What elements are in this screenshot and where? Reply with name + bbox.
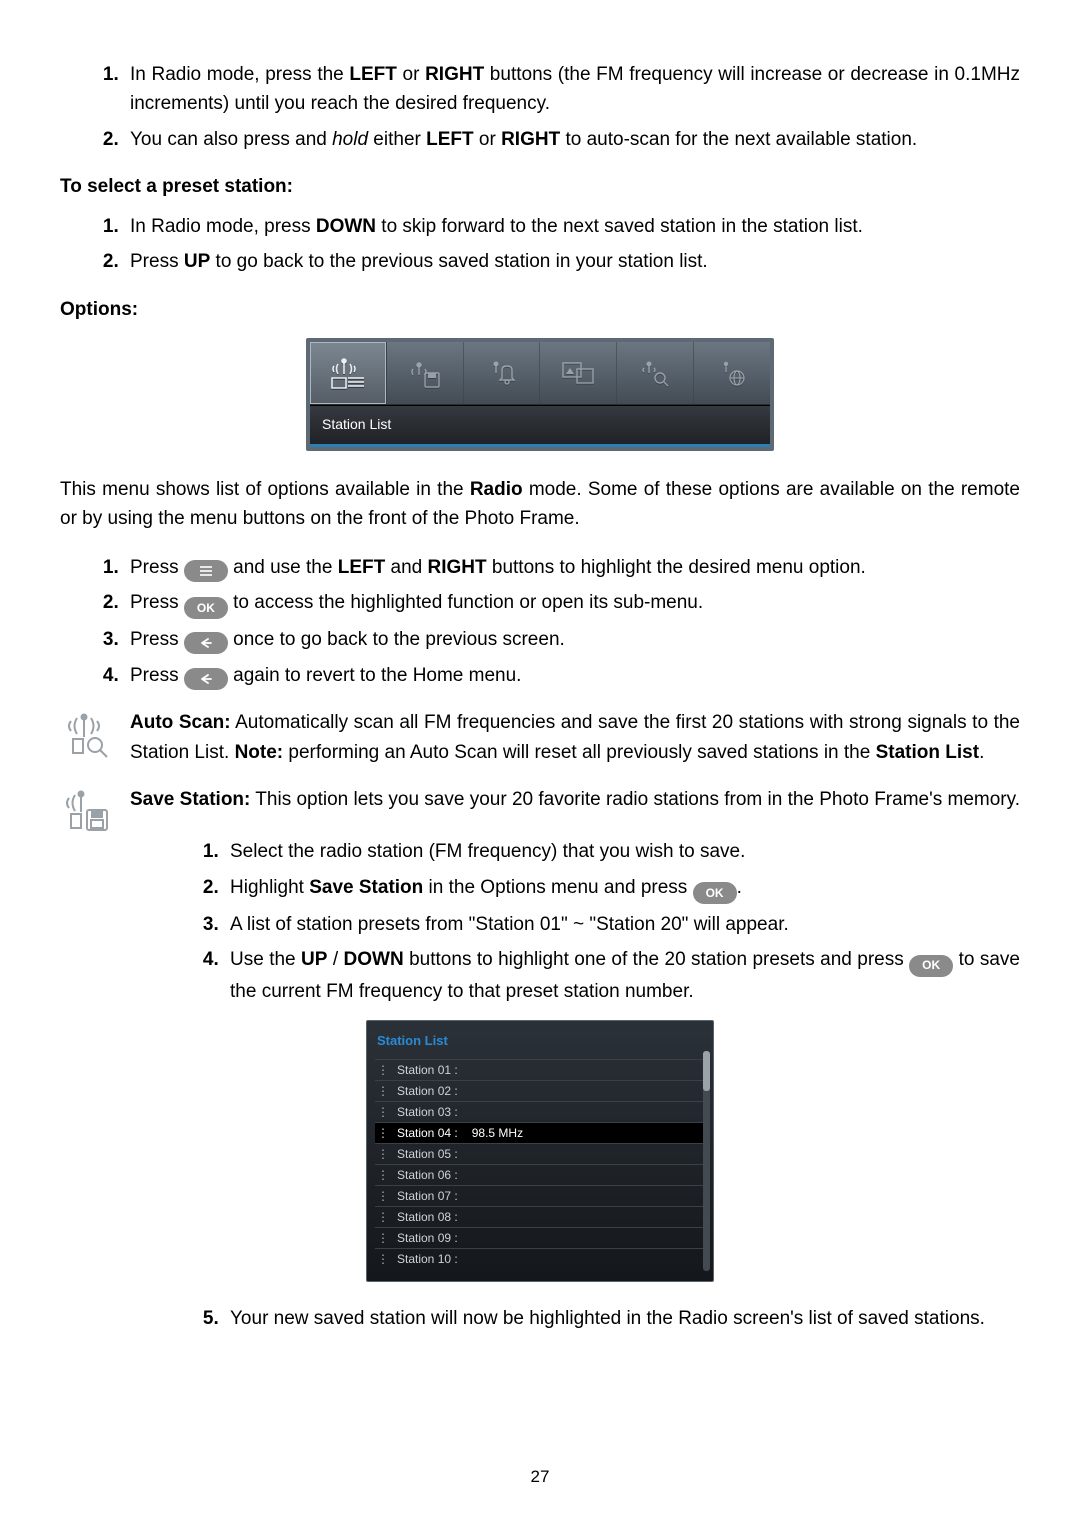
tab-set-alarm[interactable]: [464, 342, 541, 404]
options-strip-label: Station List: [310, 405, 770, 444]
ok-button-icon: OK: [909, 955, 953, 977]
ok-button-icon: OK: [184, 597, 228, 619]
tab-station-list[interactable]: [310, 342, 387, 404]
preset-steps: In Radio mode, press DOWN to skip forwar…: [60, 212, 1020, 277]
radio-bell-icon: [487, 358, 517, 388]
station-row[interactable]: ⋮ Station 09 :: [375, 1227, 705, 1248]
step: Press once to go back to the previous sc…: [124, 625, 1020, 654]
radio-globe-icon: [717, 358, 747, 388]
station-list-panel: Station List ⋮Station 01 :⋮Station 02 :⋮…: [366, 1020, 714, 1282]
scrollbar-thumb[interactable]: [703, 1051, 710, 1091]
station-label: Station 09 :: [397, 1229, 458, 1248]
radio-search-icon: [640, 358, 670, 388]
station-label: Station 01 :: [397, 1061, 458, 1080]
radio-row-icon: ⋮: [377, 1082, 389, 1101]
step: In Radio mode, press the LEFT or RIGHT b…: [124, 60, 1020, 119]
step: A list of station presets from "Station …: [224, 910, 1020, 939]
save-station-icon: [60, 785, 112, 837]
step: Your new saved station will now be highl…: [224, 1304, 1020, 1333]
save-station-steps: Select the radio station (FM frequency) …: [120, 837, 1020, 1006]
step: You can also press and hold either LEFT …: [124, 125, 1020, 154]
tab-auto-scan[interactable]: [617, 342, 694, 404]
station-label: Station 05 :: [397, 1145, 458, 1164]
radio-row-icon: ⋮: [377, 1124, 389, 1143]
ok-button-icon: OK: [693, 882, 737, 904]
station-label: Station 04 :: [397, 1124, 458, 1143]
step: Select the radio station (FM frequency) …: [224, 837, 1020, 866]
auto-scan-icon: [60, 708, 112, 760]
station-row[interactable]: ⋮ Station 03 :: [375, 1101, 705, 1122]
station-list-title: Station List: [377, 1031, 703, 1051]
scrollbar[interactable]: [703, 1051, 710, 1271]
radio-row-icon: ⋮: [377, 1145, 389, 1164]
station-label: Station 02 :: [397, 1082, 458, 1101]
options-intro: This menu shows list of options availabl…: [60, 475, 1020, 534]
station-row[interactable]: ⋮ Station 01 :: [375, 1059, 705, 1080]
radio-tune-steps: In Radio mode, press the LEFT or RIGHT b…: [60, 60, 1020, 154]
station-row[interactable]: ⋮ Station 10 :: [375, 1248, 705, 1269]
radio-row-icon: ⋮: [377, 1166, 389, 1185]
tab-save-station[interactable]: [387, 342, 464, 404]
photo-overlay-icon: [561, 359, 595, 387]
step: Press again to revert to the Home menu.: [124, 661, 1020, 690]
save-station-steps-cont: Your new saved station will now be highl…: [120, 1304, 1020, 1333]
options-tab-strip: Station List: [306, 338, 774, 451]
menu-button-icon: [184, 560, 228, 582]
radio-row-icon: ⋮: [377, 1061, 389, 1080]
station-label: Station 07 :: [397, 1187, 458, 1206]
back-button-icon: [184, 632, 228, 654]
radio-row-icon: ⋮: [377, 1187, 389, 1206]
station-label: Station 08 :: [397, 1208, 458, 1227]
page-number: 27: [60, 1467, 1020, 1487]
station-row[interactable]: ⋮ Station 04 : 98.5 MHz: [375, 1122, 705, 1143]
station-row[interactable]: ⋮ Station 06 :: [375, 1164, 705, 1185]
radio-row-icon: ⋮: [377, 1250, 389, 1269]
save-station-text: Save Station: This option lets you save …: [130, 785, 1020, 814]
preset-heading: To select a preset station:: [60, 172, 1020, 201]
tab-photo-overlay[interactable]: [540, 342, 617, 404]
station-row[interactable]: ⋮ Station 07 :: [375, 1185, 705, 1206]
station-label: Station 06 :: [397, 1166, 458, 1185]
step: Highlight Save Station in the Options me…: [224, 873, 1020, 904]
radio-row-icon: ⋮: [377, 1103, 389, 1122]
back-button-icon: [184, 668, 228, 690]
station-row[interactable]: ⋮ Station 02 :: [375, 1080, 705, 1101]
radio-row-icon: ⋮: [377, 1208, 389, 1227]
tab-region[interactable]: [694, 342, 770, 404]
step: Press OK to access the highlighted funct…: [124, 588, 1020, 619]
station-value: 98.5 MHz: [472, 1124, 523, 1143]
station-label: Station 03 :: [397, 1103, 458, 1122]
step: Press UP to go back to the previous save…: [124, 247, 1020, 276]
station-row[interactable]: ⋮ Station 08 :: [375, 1206, 705, 1227]
radio-row-icon: ⋮: [377, 1229, 389, 1248]
radio-list-icon: [330, 356, 366, 390]
auto-scan-text: Auto Scan: Automatically scan all FM fre…: [130, 708, 1020, 767]
step: Use the UP / DOWN buttons to highlight o…: [224, 945, 1020, 1006]
options-heading: Options:: [60, 295, 1020, 324]
step: In Radio mode, press DOWN to skip forwar…: [124, 212, 1020, 241]
radio-save-icon: [409, 357, 441, 389]
station-label: Station 10 :: [397, 1250, 458, 1269]
options-steps: Press and use the LEFT and RIGHT buttons…: [60, 553, 1020, 691]
station-row[interactable]: ⋮ Station 05 :: [375, 1143, 705, 1164]
step: Press and use the LEFT and RIGHT buttons…: [124, 553, 1020, 582]
